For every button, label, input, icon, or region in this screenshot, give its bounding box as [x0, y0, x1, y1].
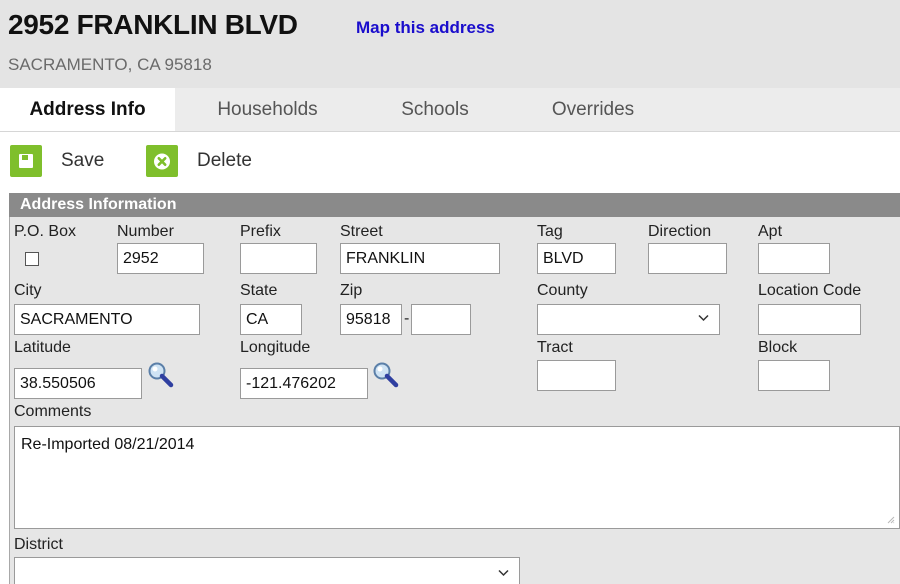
- latitude-field[interactable]: 38.550506: [14, 368, 142, 399]
- panel-title: Address Information: [20, 196, 177, 213]
- district-select[interactable]: [14, 557, 520, 584]
- magnifier-icon: [148, 362, 174, 388]
- tract-label: Tract: [537, 339, 573, 356]
- longitude-label: Longitude: [240, 339, 311, 356]
- tract-field[interactable]: [537, 360, 616, 391]
- latitude-lookup-button[interactable]: [146, 360, 174, 388]
- direction-field[interactable]: [648, 243, 727, 274]
- prefix-field[interactable]: [240, 243, 317, 274]
- chevron-down-icon: [698, 314, 709, 322]
- location-code-label: Location Code: [758, 282, 862, 299]
- tab-schools[interactable]: Schools: [380, 88, 490, 131]
- comments-label: Comments: [14, 403, 92, 420]
- magnifier-icon: [373, 362, 399, 388]
- district-label: District: [14, 536, 63, 553]
- tab-overrides[interactable]: Overrides: [528, 88, 658, 131]
- longitude-lookup-button[interactable]: [371, 360, 399, 388]
- city-label: City: [14, 282, 42, 299]
- block-label: Block: [758, 339, 798, 356]
- toolbar: [0, 132, 900, 191]
- county-select[interactable]: [537, 304, 720, 335]
- po-box-label: P.O. Box: [14, 223, 76, 240]
- floppy-icon: [19, 154, 33, 168]
- delete-button[interactable]: [146, 145, 178, 177]
- map-this-address-link[interactable]: Map this address: [356, 18, 495, 38]
- resize-grip-icon[interactable]: [887, 516, 895, 524]
- number-label: Number: [117, 223, 174, 240]
- state-field[interactable]: CA: [240, 304, 302, 335]
- city-field[interactable]: SACRAMENTO: [14, 304, 200, 335]
- apt-label: Apt: [758, 223, 783, 240]
- po-box-checkbox[interactable]: [25, 252, 39, 266]
- state-label: State: [240, 282, 278, 299]
- latitude-label: Latitude: [14, 339, 71, 356]
- chevron-down-icon: [498, 569, 509, 577]
- zip-separator: -: [404, 310, 410, 327]
- comments-text: Re-Imported 08/21/2014: [21, 436, 195, 453]
- save-button[interactable]: [10, 145, 42, 177]
- longitude-field[interactable]: -121.476202: [240, 368, 368, 399]
- zip-field[interactable]: 95818: [340, 304, 402, 335]
- direction-label: Direction: [648, 223, 712, 240]
- block-field[interactable]: [758, 360, 830, 391]
- delete-button-label[interactable]: Delete: [197, 150, 252, 172]
- street-field[interactable]: FRANKLIN: [340, 243, 500, 274]
- number-field[interactable]: 2952: [117, 243, 204, 274]
- page-title: 2952 FRANKLIN BLVD: [8, 9, 298, 40]
- tab-address-info[interactable]: Address Info: [0, 88, 175, 131]
- comments-textarea[interactable]: Re-Imported 08/21/2014: [14, 426, 900, 529]
- tab-households[interactable]: Households: [195, 88, 340, 131]
- x-circle-icon: [154, 153, 170, 170]
- location-code-field[interactable]: [758, 304, 861, 335]
- county-label: County: [537, 282, 588, 299]
- tag-label: Tag: [537, 223, 563, 240]
- save-button-label[interactable]: Save: [61, 150, 104, 172]
- zip-label: Zip: [340, 282, 363, 299]
- page-subtitle: SACRAMENTO, CA 95818: [8, 55, 212, 74]
- zip-extension-field[interactable]: [411, 304, 471, 335]
- apt-field[interactable]: [758, 243, 830, 274]
- street-label: Street: [340, 223, 383, 240]
- tag-field[interactable]: BLVD: [537, 243, 616, 274]
- prefix-label: Prefix: [240, 223, 281, 240]
